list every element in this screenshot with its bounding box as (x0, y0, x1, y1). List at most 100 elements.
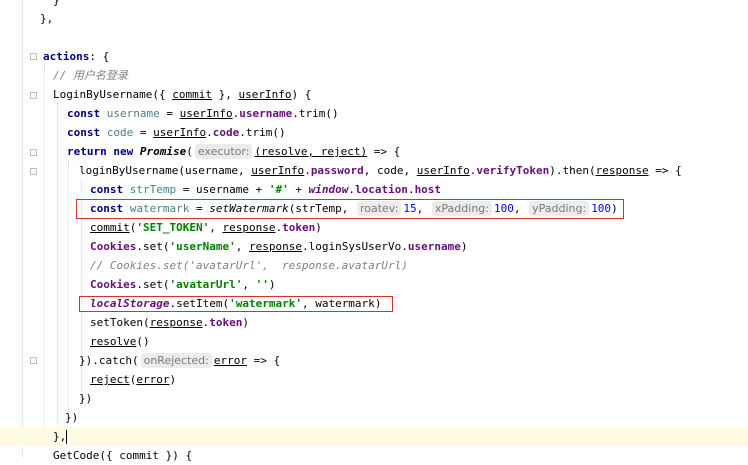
punct: }) (65, 411, 79, 424)
punct: , (242, 278, 256, 291)
property: username (407, 240, 461, 253)
punct: = username + (176, 183, 269, 196)
code-line[interactable]: actions: { (0, 47, 748, 66)
punct: . (239, 126, 246, 139)
code-line[interactable]: commit('SET_TOKEN', response.token) (0, 218, 748, 237)
code-line[interactable]: // Cookies.set('avatarUrl', response.ava… (0, 256, 748, 275)
code-line[interactable]: LoginByUsername({ commit }, userInfo) { (0, 85, 748, 104)
code-line[interactable]: loginByUsername(username, userInfo.passw… (0, 161, 748, 180)
arrow-params: (resolve, reject) (254, 145, 368, 158)
global-window: window (308, 183, 349, 196)
variable: code (100, 126, 134, 139)
method-call: set (142, 278, 163, 291)
keyword-const: const (90, 183, 124, 196)
punct: . (407, 183, 415, 196)
punct: => { (247, 354, 281, 367)
punct: . (206, 126, 213, 139)
string-literal: '' (255, 278, 269, 291)
param-error: error (213, 354, 247, 367)
keyword-new: new (113, 145, 134, 158)
parameter-hint: executor: (194, 144, 253, 159)
function-call: setToken (90, 316, 143, 329)
punct: , (209, 221, 223, 234)
string-literal: 'userName' (169, 240, 236, 253)
punct: }, (53, 430, 67, 443)
keyword-const: const (67, 107, 101, 120)
property: token (282, 221, 316, 234)
code-editor[interactable]: } }, actions: { // 用户名登录 LoginByUsername… (0, 0, 748, 462)
keyword-const: const (67, 126, 101, 139)
punct: ) (268, 278, 276, 291)
punct: : { (89, 50, 110, 63)
code-line[interactable]: const username = userInfo.username.trim(… (0, 104, 748, 123)
string-literal: 'avatarUrl' (169, 278, 243, 291)
parameter-hint: onRejected: (140, 353, 212, 368)
punct: ) (315, 221, 322, 234)
code-line[interactable]: // 用户名登录 (0, 66, 748, 85)
method-call: trim() (245, 126, 286, 139)
punct: ({ commit }) { (99, 449, 193, 462)
args: ).then( (549, 164, 596, 177)
property: username (239, 107, 293, 120)
code-line[interactable]: }).catch(onRejected: error => { (0, 351, 748, 370)
punct: => { (367, 145, 401, 158)
highlight-box-watermark (76, 199, 624, 219)
comment: // Cookies.set('avatarUrl', response.ava… (90, 259, 408, 272)
punct: . (348, 183, 355, 196)
code-line[interactable]: }) (0, 389, 748, 408)
punct: + (288, 183, 309, 196)
property: loginSysUserVo (308, 240, 402, 253)
code-line[interactable]: GetCode({ commit }) { (0, 446, 748, 465)
function-call: reject (90, 373, 130, 386)
method-call: set (142, 240, 163, 253)
property: token (209, 316, 243, 329)
code-line[interactable]: resolve() (0, 332, 748, 351)
code-line[interactable]: return new Promise(executor: (resolve, re… (0, 142, 748, 161)
punct: ) (169, 373, 177, 386)
punct: ) (242, 316, 249, 329)
punct: ({ (152, 88, 173, 101)
keyword-return: return (67, 145, 107, 158)
param-error: error (136, 373, 170, 386)
code-line[interactable]: Cookies.set('userName', response.loginSy… (0, 237, 748, 256)
punct: . (304, 164, 311, 177)
punct: ) (460, 240, 468, 253)
property: password (310, 164, 364, 177)
object-ref: Cookies (90, 240, 137, 253)
string-literal: '#' (268, 183, 289, 196)
property: host (414, 183, 442, 196)
object-ref: Cookies (90, 278, 137, 291)
param-userinfo: userInfo (238, 88, 292, 101)
function-call: resolve (90, 335, 137, 348)
punct: = (159, 107, 180, 120)
punct: ( (142, 316, 150, 329)
code-line[interactable]: }) (0, 408, 748, 427)
property: code (212, 126, 240, 139)
code-line[interactable]: const code = userInfo.code.trim() (0, 123, 748, 142)
object-ref: response (248, 240, 302, 253)
punct: . (136, 240, 143, 253)
punct: }, (211, 88, 239, 101)
code-line[interactable]: reject(error) (0, 370, 748, 389)
code-line[interactable]: Cookies.set('avatarUrl', '') (0, 275, 748, 294)
punct: . (301, 240, 309, 253)
actions-key: actions (43, 50, 90, 63)
current-code-line[interactable]: }, (0, 427, 748, 446)
punct: . (292, 107, 299, 120)
object-ref: userInfo (251, 164, 305, 177)
args: , code, (363, 164, 417, 177)
method-name: GetCode (53, 449, 100, 462)
highlight-box-localstorage (79, 296, 393, 312)
property: verifyToken (476, 164, 550, 177)
method-call: trim() (298, 107, 339, 120)
object-ref: response (149, 316, 203, 329)
string-literal: 'SET_TOKEN' (136, 221, 210, 234)
code-line[interactable]: const strTemp = username + '#' + window.… (0, 180, 748, 199)
function-call: commit (90, 221, 130, 234)
punct: . (401, 240, 408, 253)
comment: // 用户名登录 (53, 69, 128, 82)
code-line[interactable]: }, (0, 9, 748, 28)
punct: () (136, 335, 150, 348)
code-line[interactable]: setToken(response.token) (0, 313, 748, 332)
punct: => { (648, 164, 682, 177)
